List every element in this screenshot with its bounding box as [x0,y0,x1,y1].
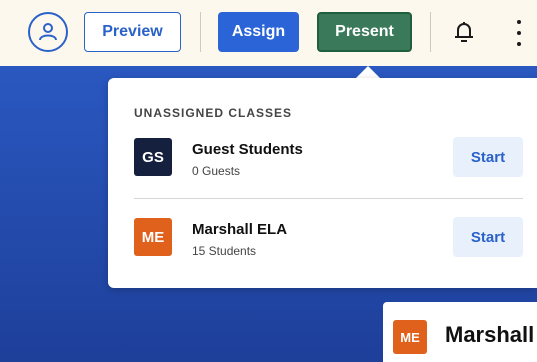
present-popover: UNASSIGNED CLASSES GS Guest Students 0 G… [108,78,537,288]
preview-button[interactable]: Preview [84,12,181,52]
kebab-menu-icon [517,20,521,24]
toolbar-divider [200,12,201,52]
list-item: GS Guest Students 0 Guests Start [134,137,523,178]
notifications-button[interactable] [452,18,476,46]
list-item: ME Marshall ELA 15 Students Start [134,217,523,258]
class-count: 0 Guests [192,164,241,178]
start-button[interactable]: Start [453,137,523,177]
more-options-button[interactable] [515,20,523,46]
students-icon [39,23,57,41]
class-count: 15 Students [192,244,257,258]
class-card[interactable]: ME Marshall [383,302,537,362]
class-name: Guest Students [192,141,303,158]
class-badge: ME [134,218,172,256]
class-badge: GS [134,138,172,176]
bell-icon [455,22,473,42]
popover-arrow [356,66,380,78]
assign-button[interactable]: Assign [218,12,299,52]
class-card-title: Marshall [445,322,535,347]
top-toolbar: Preview Assign Present [0,0,537,66]
present-button[interactable]: Present [317,12,412,52]
students-button[interactable] [28,12,68,52]
class-badge: ME [393,320,427,354]
divider [134,198,523,199]
start-button[interactable]: Start [453,217,523,257]
section-title: UNASSIGNED CLASSES [134,106,293,120]
toolbar-divider [430,12,431,52]
class-name: Marshall ELA [192,221,288,238]
